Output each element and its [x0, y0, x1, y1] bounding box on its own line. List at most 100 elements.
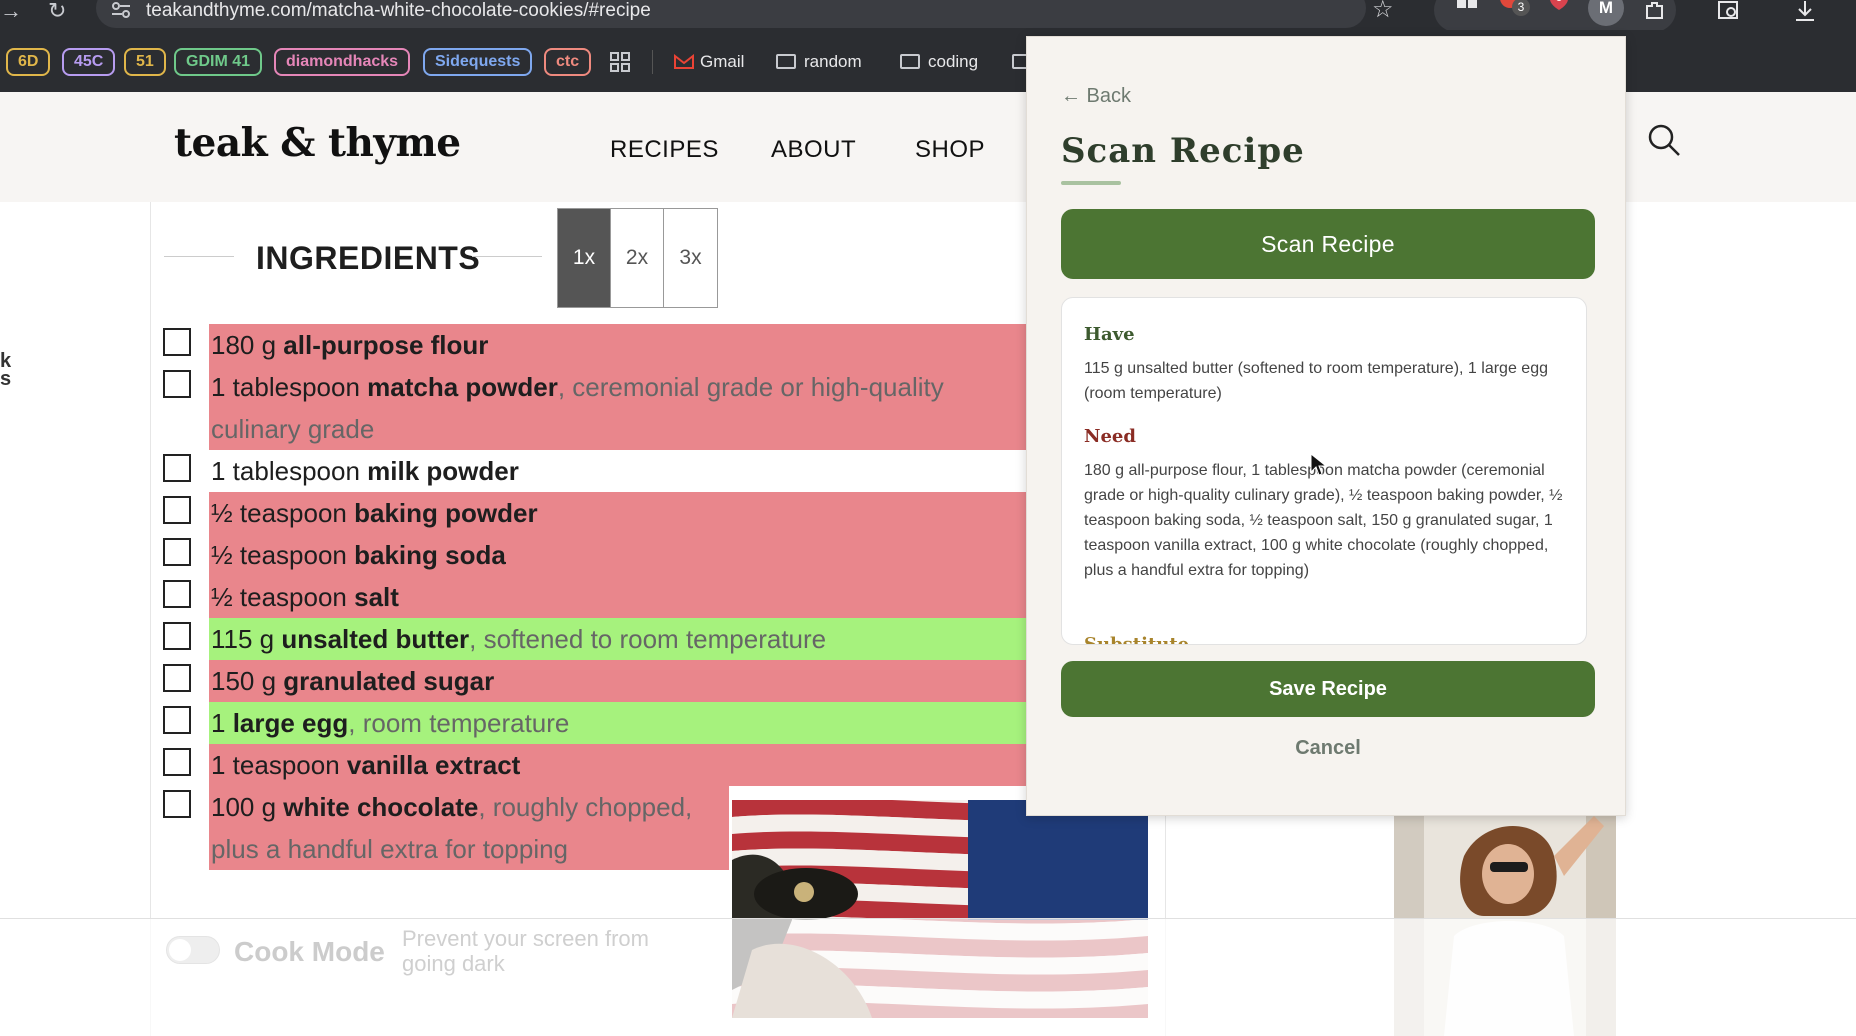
- ingredient-quantity: 1 tablespoon: [211, 456, 368, 486]
- nav-shop[interactable]: SHOP: [915, 136, 985, 164]
- have-heading: Have: [1084, 324, 1135, 345]
- sidebar-edge-text: ks: [0, 350, 12, 390]
- ingredient-quantity: 150 g: [211, 666, 284, 696]
- bookmark-diamondhacks[interactable]: diamondhacks: [274, 48, 411, 76]
- scan-recipe-panel: ← Back Scan Recipe Scan Recipe Have 115 …: [1026, 36, 1626, 816]
- tab-search-icon[interactable]: [1716, 0, 1742, 24]
- ingredient-name: salt: [354, 582, 399, 612]
- browser-toolbar: → ↻ teakandthyme.com/matcha-white-chocol…: [0, 0, 1856, 32]
- ingredient-row: ½ teaspoon baking powder: [163, 492, 1027, 534]
- ingredient-checkbox[interactable]: [163, 580, 191, 608]
- extensions-area: 3: [1434, 0, 1676, 32]
- ingredient-text: 100 g white chocolate, roughly chopped, …: [209, 786, 729, 870]
- servings-scale-toggle: 1x 2x 3x: [557, 208, 718, 308]
- ingredient-checkbox[interactable]: [163, 622, 191, 650]
- ingredient-checkbox[interactable]: [163, 328, 191, 356]
- bookmark-gmail[interactable]: Gmail: [674, 52, 744, 72]
- heading-rule: [472, 256, 542, 257]
- panel-title: Scan Recipe: [1061, 131, 1305, 171]
- bookmark-ctc[interactable]: ctc: [544, 48, 592, 76]
- ingredient-quantity: ½ teaspoon: [211, 498, 355, 528]
- ingredient-row: 150 g granulated sugar: [163, 660, 1027, 702]
- site-info-icon[interactable]: [110, 1, 132, 19]
- ingredient-checkbox[interactable]: [163, 706, 191, 734]
- ingredient-name: baking soda: [354, 540, 506, 570]
- ingredient-name: milk powder: [367, 456, 519, 486]
- toggle-knob: [169, 939, 191, 961]
- ingredient-name: vanilla extract: [346, 750, 521, 780]
- bookmark-gdim-41[interactable]: GDIM 41: [174, 48, 263, 76]
- apps-grid-icon[interactable]: [610, 52, 630, 72]
- save-recipe-button[interactable]: Save Recipe: [1061, 661, 1595, 717]
- back-link[interactable]: ← Back: [1061, 85, 1131, 108]
- bookmark-random-label: random: [804, 52, 862, 71]
- bookmark-sidequests[interactable]: Sidequests: [423, 48, 533, 76]
- ingredient-name: granulated sugar: [283, 666, 495, 696]
- extensions-puzzle-icon[interactable]: [1642, 0, 1668, 24]
- nav-about[interactable]: ABOUT: [771, 136, 856, 164]
- ingredient-quantity: 1 tablespoon: [211, 372, 368, 402]
- bookmark-51[interactable]: 51: [124, 48, 166, 76]
- ingredient-row: 180 g all-purpose flour: [163, 324, 1027, 366]
- ingredient-text: 1 tablespoon matcha powder, ceremonial g…: [209, 366, 1027, 450]
- search-icon[interactable]: [1646, 122, 1682, 158]
- bookmark-star-icon[interactable]: ☆: [1372, 0, 1394, 22]
- substitute-heading: Substitute: [1084, 634, 1190, 645]
- cook-mode-toggle[interactable]: [166, 936, 220, 964]
- ingredient-checkbox[interactable]: [163, 748, 191, 776]
- reload-icon[interactable]: ↻: [48, 0, 66, 22]
- bookmark-folder-coding[interactable]: coding: [900, 52, 978, 72]
- ingredient-note: , room temperature: [348, 708, 570, 738]
- ingredient-checkbox[interactable]: [163, 664, 191, 692]
- ingredient-row: 1 teaspoon vanilla extract: [163, 744, 1027, 786]
- ingredient-row: ½ teaspoon salt: [163, 576, 1027, 618]
- scale-1x-button[interactable]: 1x: [558, 209, 611, 307]
- ingredient-name: matcha powder: [367, 372, 558, 402]
- bookmark-45c[interactable]: 45C: [62, 48, 116, 76]
- ingredient-row: ½ teaspoon baking soda: [163, 534, 1027, 576]
- ingredient-checkbox[interactable]: [163, 538, 191, 566]
- ingredient-text: 1 large egg, room temperature: [209, 702, 1027, 744]
- ingredient-checkbox[interactable]: [163, 454, 191, 482]
- ingredient-name: large egg: [232, 708, 349, 738]
- gmail-icon: [674, 53, 694, 69]
- site-logo[interactable]: teak & thyme: [174, 120, 461, 166]
- ingredient-quantity: 115 g: [211, 624, 282, 654]
- ingredient-quantity: ½ teaspoon: [211, 582, 355, 612]
- bookmark-6d[interactable]: 6D: [6, 48, 51, 76]
- nav-recipes[interactable]: RECIPES: [610, 136, 719, 164]
- ingredient-text: 1 tablespoon milk powder: [209, 450, 1027, 492]
- ingredient-name: baking powder: [354, 498, 538, 528]
- download-icon[interactable]: [1792, 0, 1818, 24]
- mouse-cursor-icon: [1310, 453, 1328, 476]
- ingredient-name: white chocolate: [283, 792, 479, 822]
- shield-extension-icon[interactable]: [1546, 0, 1572, 12]
- reading-list-icon[interactable]: [1454, 0, 1480, 12]
- ingredient-checkbox[interactable]: [163, 370, 191, 398]
- scale-2x-button[interactable]: 2x: [611, 209, 664, 307]
- ingredients-list: 180 g all-purpose flour 1 tablespoon matc…: [163, 324, 1027, 870]
- ingredients-heading: INGREDIENTS: [164, 208, 544, 308]
- ingredient-checkbox[interactable]: [163, 496, 191, 524]
- extension-badge: 3: [1512, 0, 1530, 16]
- cancel-button[interactable]: Cancel: [1061, 737, 1595, 760]
- ingredient-note: , softened to room temperature: [469, 624, 827, 654]
- url-text[interactable]: teakandthyme.com/matcha-white-chocolate-…: [146, 0, 651, 22]
- scale-3x-button[interactable]: 3x: [664, 209, 717, 307]
- bookmark-folder-random[interactable]: random: [776, 52, 862, 72]
- have-text: 115 g unsalted butter (softened to room …: [1084, 360, 1548, 402]
- cook-mode-description: Prevent your screen from going dark: [402, 926, 649, 976]
- browser-edge: [1840, 0, 1856, 30]
- scan-recipe-button[interactable]: Scan Recipe: [1061, 209, 1595, 279]
- ingredient-checkbox[interactable]: [163, 790, 191, 818]
- ingredient-text: 115 g unsalted butter, softened to room …: [209, 618, 1027, 660]
- ingredient-quantity: 1: [211, 708, 233, 738]
- need-heading: Need: [1084, 426, 1136, 447]
- ingredient-name: all-purpose flour: [283, 330, 489, 360]
- ingredient-quantity: 100 g: [211, 792, 284, 822]
- ingredient-text: 1 teaspoon vanilla extract: [209, 744, 1027, 786]
- folder-icon: [900, 54, 920, 69]
- ingredient-row: 115 g unsalted butter, softened to room …: [163, 618, 1027, 660]
- forward-icon[interactable]: →: [0, 0, 22, 22]
- ingredients-title: INGREDIENTS: [256, 240, 481, 276]
